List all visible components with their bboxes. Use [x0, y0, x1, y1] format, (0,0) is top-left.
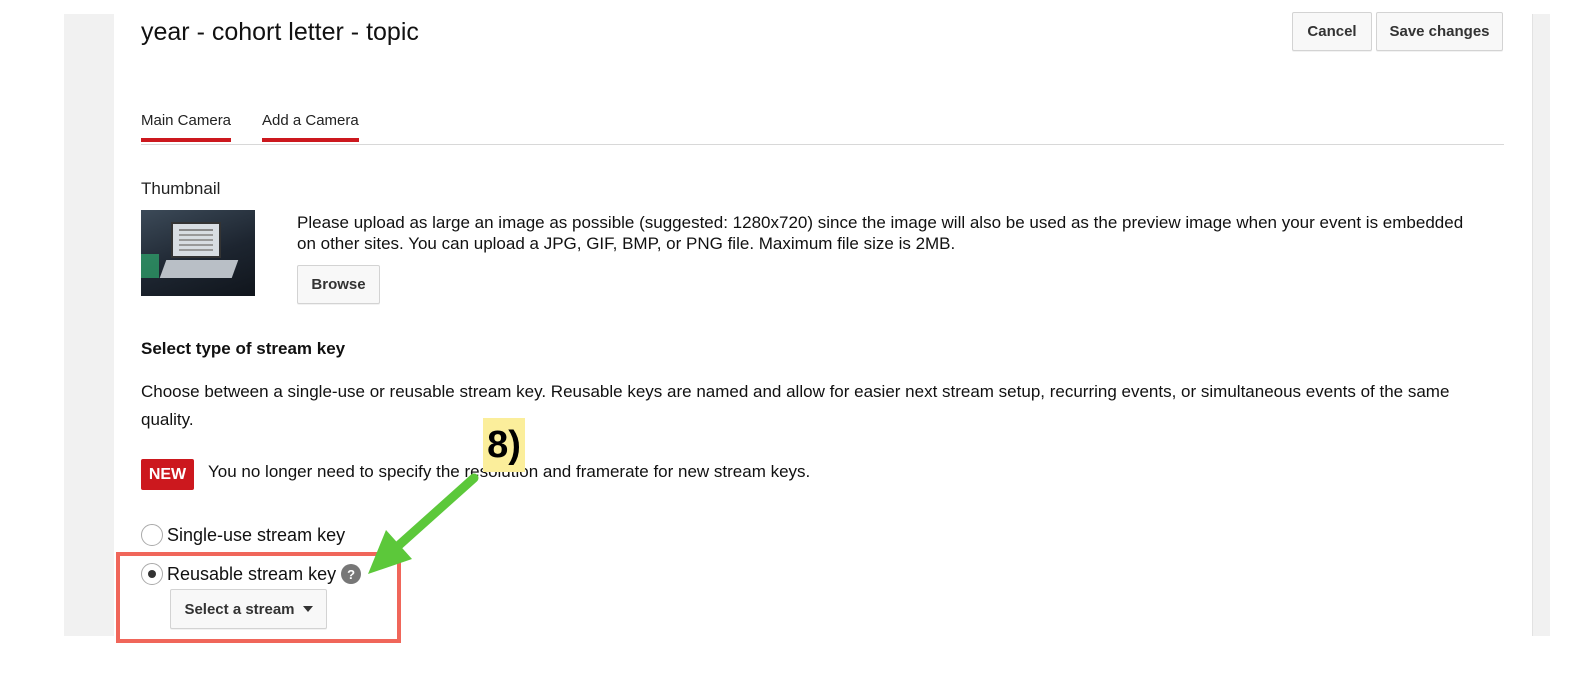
thumbnail-laptop-screen [171, 222, 221, 258]
single-use-label: Single-use stream key [167, 524, 346, 545]
thumbnail-image [141, 210, 255, 296]
gutter-divider [1532, 14, 1533, 636]
single-use-option[interactable]: Single-use stream key [141, 524, 345, 546]
stream-key-heading: Select type of stream key [141, 339, 346, 358]
right-scroll-gutter [1532, 14, 1550, 636]
left-gutter [64, 14, 114, 636]
arrow-shaft [393, 473, 479, 551]
thumbnail-description: Please upload as large an image as possi… [297, 213, 1464, 253]
cancel-button[interactable]: Cancel [1292, 12, 1372, 51]
stream-key-description: Choose between a single-use or reusable … [141, 382, 1450, 429]
page: year - cohort letter - topic Cancel Save… [0, 0, 1574, 674]
tabs-divider [141, 144, 1504, 145]
thumbnail-glow [141, 254, 159, 278]
tab-add-a-camera[interactable]: Add a Camera [262, 112, 359, 142]
annotation-highlight-box [116, 552, 401, 643]
save-changes-button[interactable]: Save changes [1376, 12, 1503, 51]
single-use-radio[interactable] [141, 524, 163, 546]
annotation-step-label: 8) [483, 418, 525, 472]
thumbnail-label: Thumbnail [141, 179, 221, 198]
browse-button[interactable]: Browse [297, 265, 380, 304]
thumbnail-laptop-base [159, 260, 239, 278]
tab-main-camera[interactable]: Main Camera [141, 112, 232, 142]
page-title: year - cohort letter - topic [141, 18, 419, 46]
new-badge: NEW [141, 459, 194, 490]
